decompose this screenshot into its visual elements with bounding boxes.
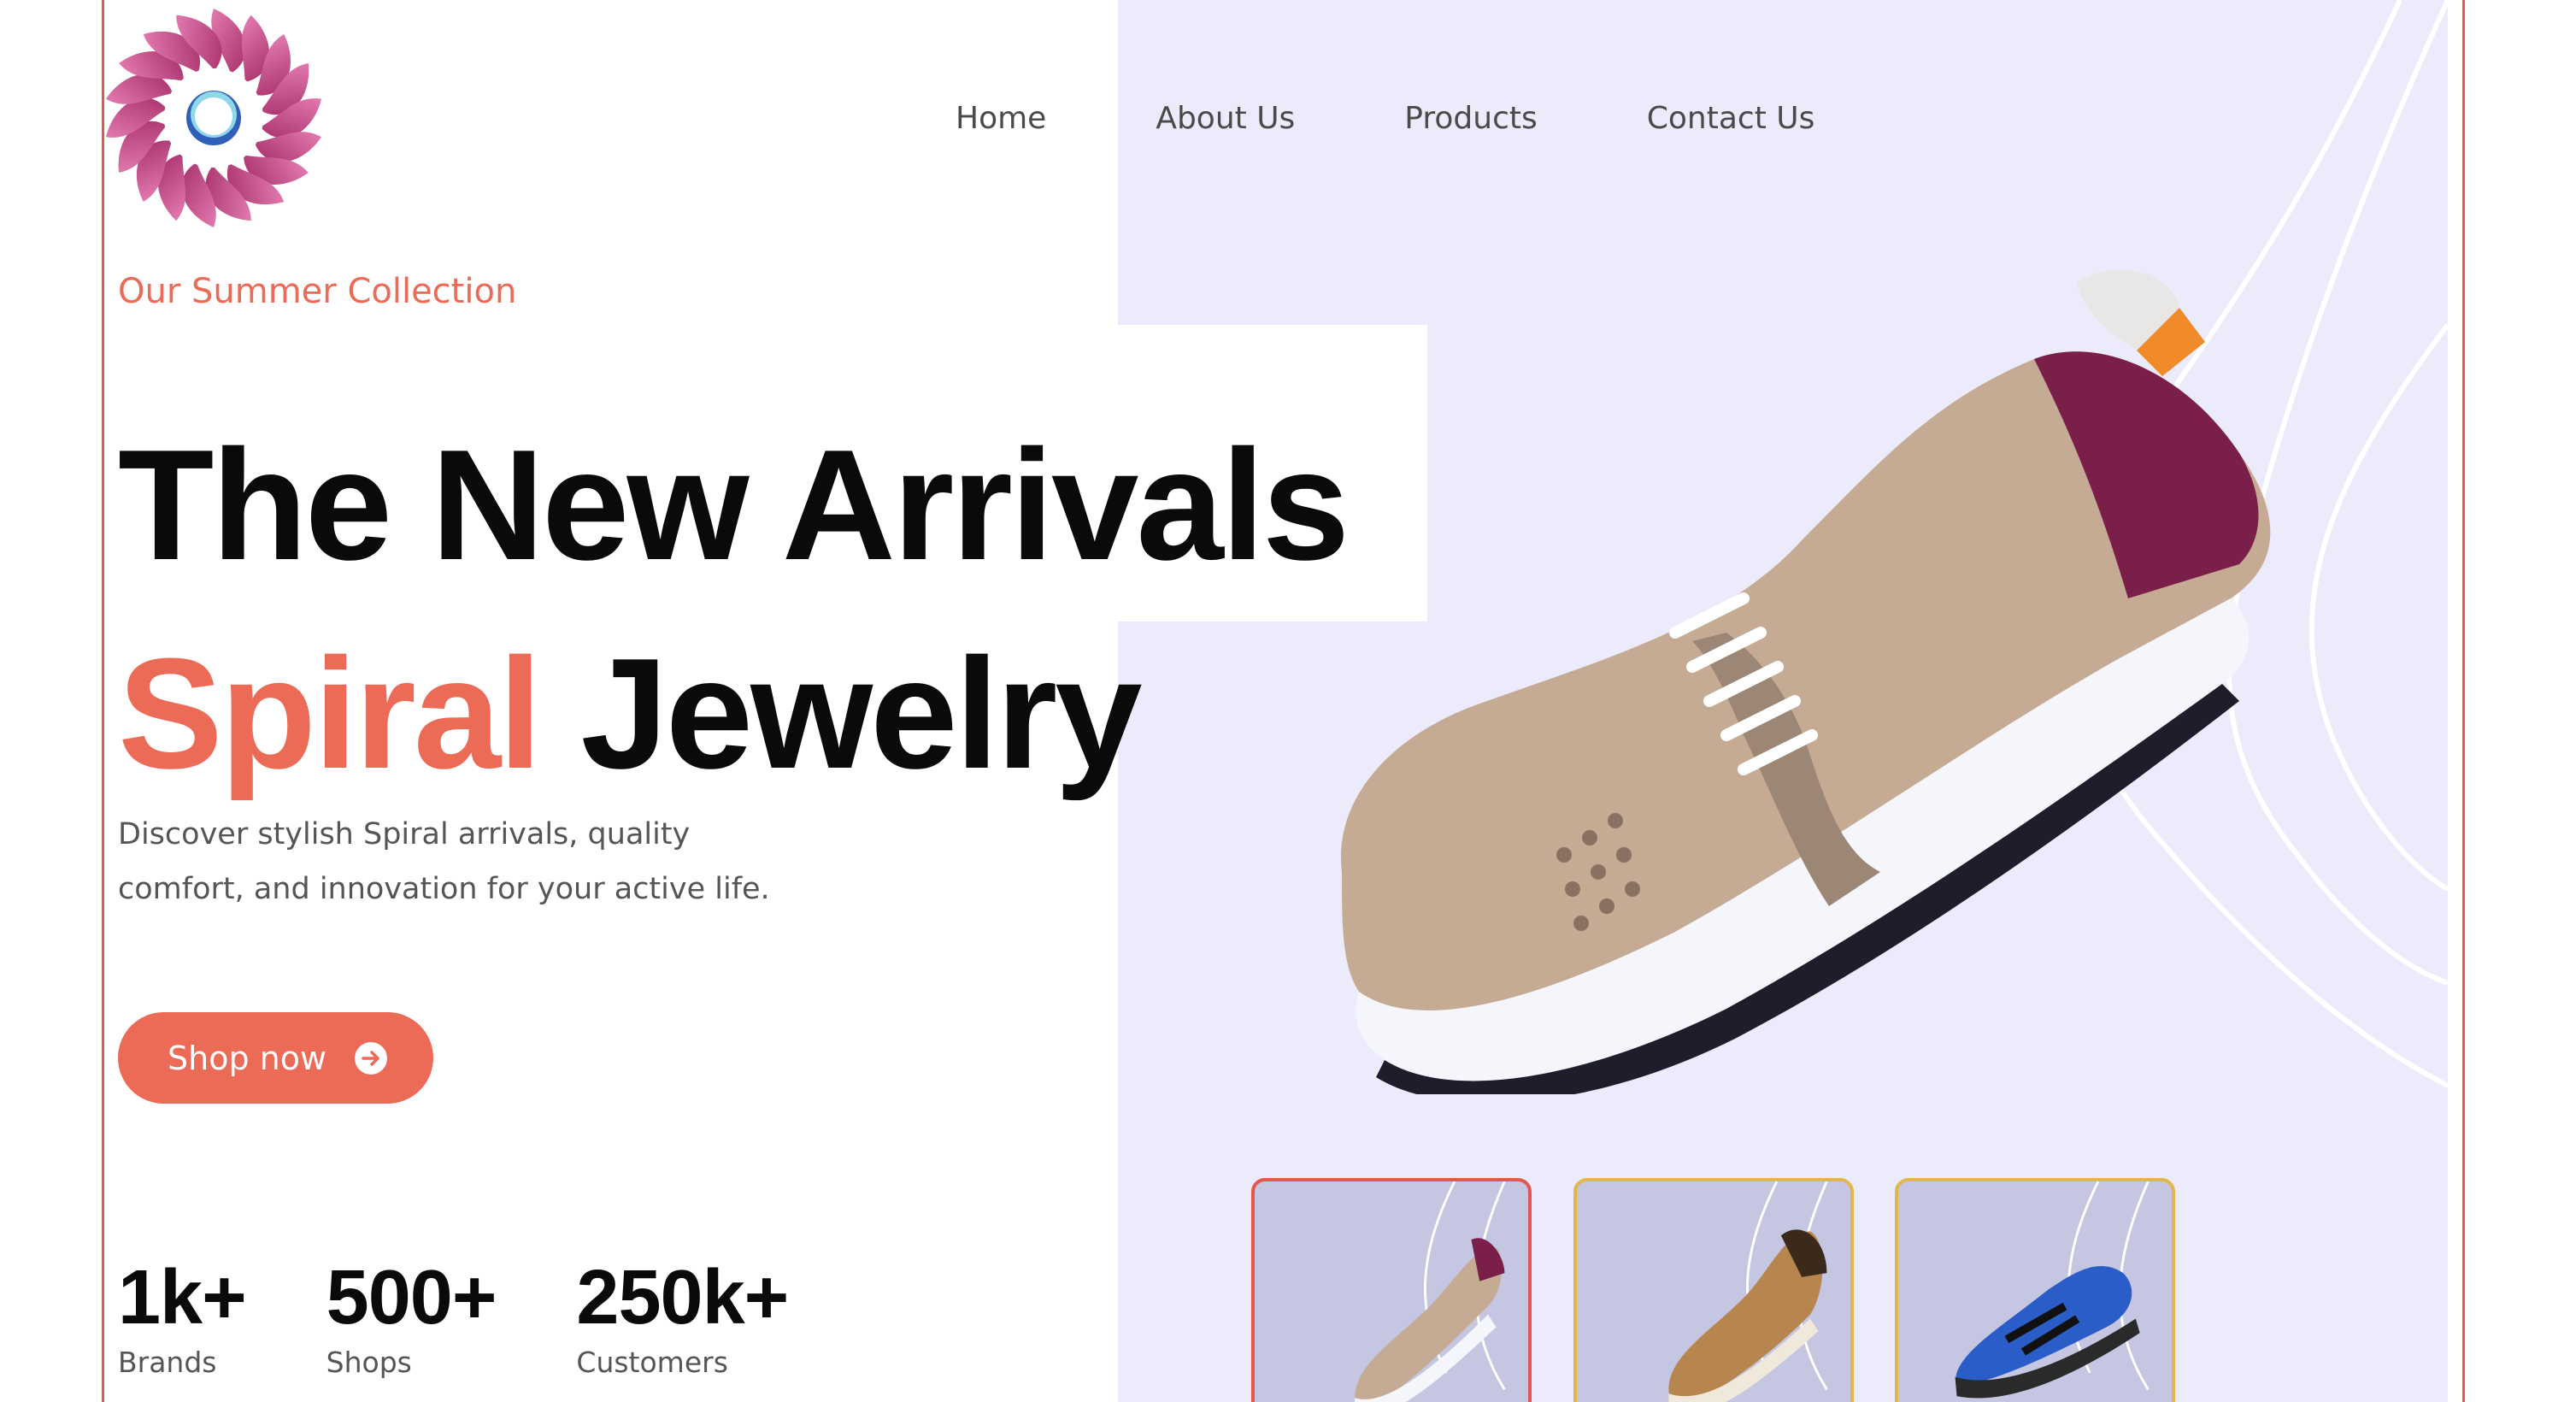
nav-contact-us[interactable]: Contact Us: [1647, 101, 1815, 136]
right-gutter: [2465, 0, 2576, 1402]
shop-now-label: Shop now: [168, 1039, 327, 1077]
stat-customers: 250k+ Customers: [576, 1255, 789, 1379]
stat-label: Shops: [326, 1346, 412, 1379]
thumbnail-blue-trail-shoe[interactable]: [1895, 1178, 2175, 1402]
stat-shops: 500+ Shops: [326, 1255, 497, 1379]
thumbnail-brown-leather-sneaker[interactable]: [1573, 1178, 1854, 1402]
shoe-thumbnail-image: [1668, 1181, 1828, 1402]
shoe-thumbnail-image: [1955, 1181, 2150, 1399]
shop-now-button[interactable]: Shop now: [118, 1012, 433, 1104]
thumbnail-beige-running-shoe[interactable]: [1251, 1178, 1532, 1402]
nav-home[interactable]: Home: [956, 101, 1046, 136]
headline-line-1: The New Arrivals: [118, 416, 1350, 592]
stat-label: Customers: [576, 1346, 728, 1379]
stat-label: Brands: [118, 1346, 217, 1379]
collection-kicker: Our Summer Collection: [118, 272, 517, 311]
stat-value: 500+: [326, 1255, 497, 1340]
hero-headline: The New Arrivals Spiral Jewelry: [118, 400, 1451, 817]
spiral-logo-icon[interactable]: [103, 7, 325, 229]
main-nav: Home About Us Products Contact Us: [956, 101, 1924, 136]
arrow-right-circle-icon: [355, 1041, 388, 1075]
hero-description: Discover stylish Spiral arrivals, qualit…: [118, 817, 770, 906]
stat-value: 250k+: [576, 1255, 789, 1340]
nav-about-us[interactable]: About Us: [1156, 101, 1295, 136]
headline-rest: Jewelry: [580, 625, 1142, 801]
headline-accent-word: Spiral: [118, 625, 542, 801]
stat-value: 1k+: [118, 1255, 247, 1340]
stat-brands: 1k+ Brands: [118, 1255, 247, 1379]
stats-row: 1k+ Brands 500+ Shops 250k+ Customers: [118, 1255, 868, 1379]
nav-products[interactable]: Products: [1404, 101, 1537, 136]
landing-page: Home About Us Products Contact Us Our Su…: [0, 0, 2576, 1402]
shoe-thumbnail-image: [1355, 1181, 1506, 1402]
